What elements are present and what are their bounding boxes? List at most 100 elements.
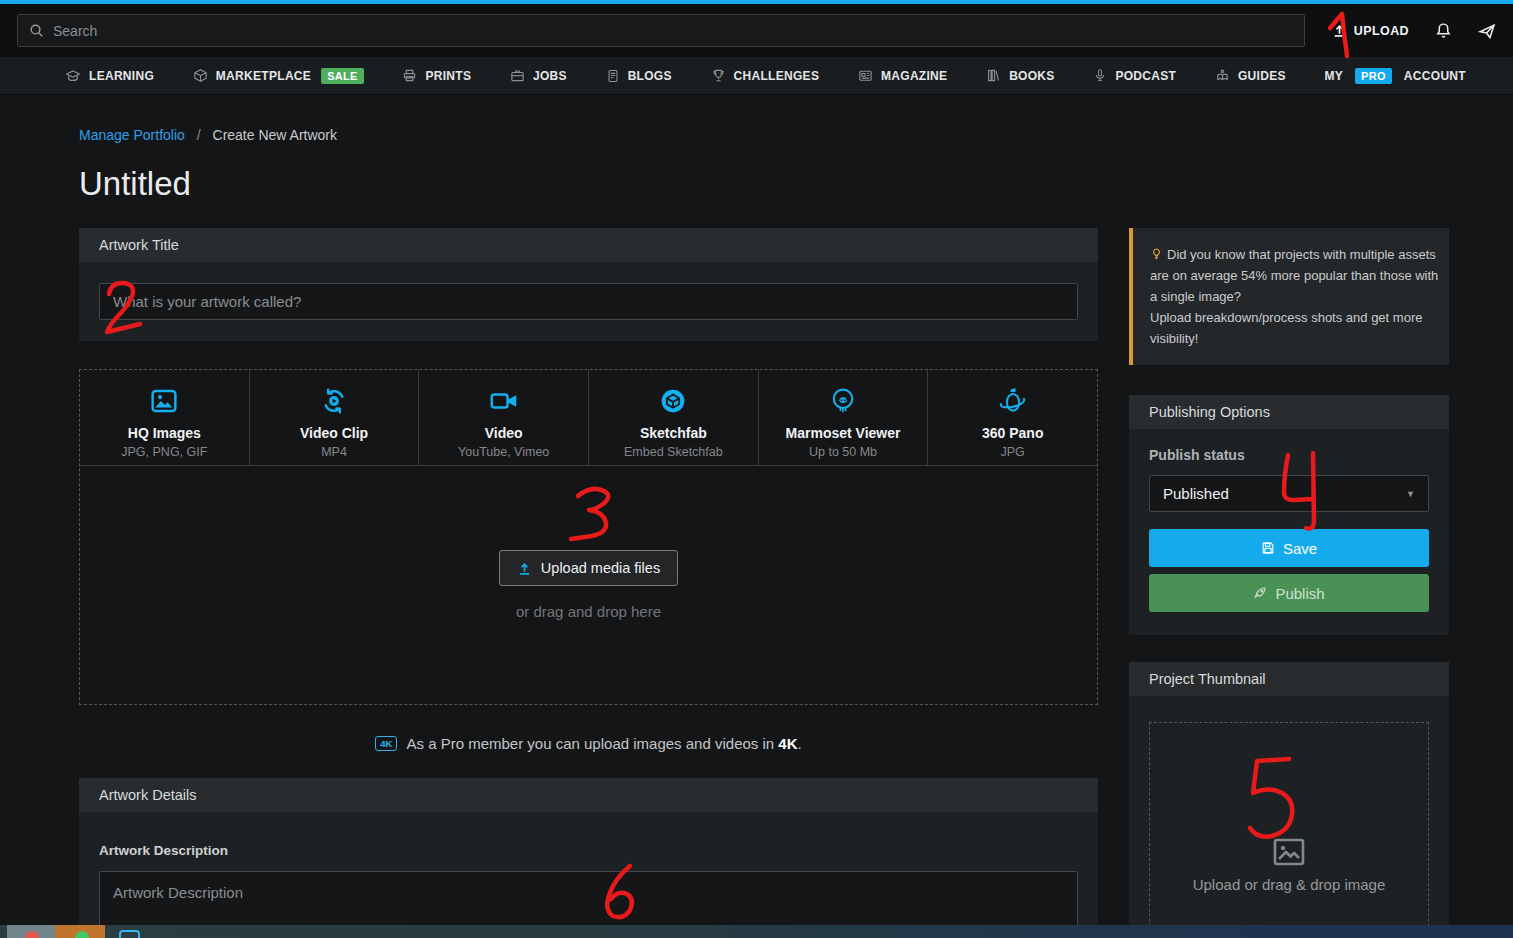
breadcrumb-current: Create New Artwork [213, 127, 337, 143]
artwork-details-header: Artwork Details [79, 778, 1098, 812]
save-button[interactable]: Save [1149, 529, 1429, 567]
nav-item-jobs[interactable]: JOBS [510, 68, 567, 83]
breadcrumb-separator: / [197, 127, 201, 143]
media-label: Marmoset Viewer [786, 425, 901, 441]
nav-label: MARKETPLACE [216, 69, 311, 83]
nav-label: BOOKS [1009, 69, 1055, 83]
nav-item-my-account[interactable]: MY PRO ACCOUNT [1325, 68, 1466, 84]
lightbulb-icon [1150, 247, 1163, 261]
nav-item-guides[interactable]: GUIDES [1215, 68, 1286, 83]
artwork-title-header: Artwork Title [79, 228, 1098, 262]
pro-4k-note: 4K As a Pro member you can upload images… [79, 735, 1098, 752]
thumbnail-image-icon [1272, 837, 1306, 867]
nav-label: LEARNING [89, 69, 154, 83]
notifications-bell-icon[interactable] [1435, 22, 1452, 39]
blogs-icon [606, 69, 620, 83]
media-type-video-clip[interactable]: Video Clip MP4 [250, 370, 420, 465]
media-label: Video Clip [300, 425, 368, 441]
nav-item-blogs[interactable]: BLOGS [606, 69, 672, 83]
media-type-row: HQ Images JPG, PNG, GIF Video Clip MP4 V… [80, 370, 1097, 466]
thumbnail-drop-zone[interactable]: Upload or drag & drop image [1149, 722, 1429, 938]
search-icon [29, 23, 44, 38]
nav-label: CHALLENGES [734, 69, 820, 83]
upload-media-label: Upload media files [541, 560, 660, 576]
media-sub: MP4 [321, 445, 347, 459]
breadcrumb-manage-portfolio-link[interactable]: Manage Portfolio [79, 127, 185, 143]
upload-label: UPLOAD [1354, 24, 1409, 38]
pro-badge: PRO [1355, 68, 1392, 84]
search-box[interactable] [17, 14, 1305, 47]
upload-media-icon [517, 561, 532, 576]
4k-badge: 4K [375, 736, 397, 752]
pro-note-text: As a Pro member you can upload images an… [406, 735, 801, 752]
media-upload-zone[interactable]: HQ Images JPG, PNG, GIF Video Clip MP4 V… [79, 369, 1098, 705]
media-sub: Up to 50 Mb [809, 445, 877, 459]
taskbar-blue-app-icon[interactable] [119, 930, 140, 938]
media-label: Video [485, 425, 523, 441]
chevron-down-icon: ▼ [1406, 489, 1415, 499]
account-label: ACCOUNT [1404, 69, 1466, 83]
nav-label: MAGAZINE [881, 69, 947, 83]
artwork-description-label: Artwork Description [99, 843, 1078, 858]
media-sub: JPG [1001, 445, 1025, 459]
nav-item-challenges[interactable]: CHALLENGES [711, 68, 820, 83]
upload-icon [1332, 23, 1347, 38]
publish-button[interactable]: Publish [1149, 574, 1429, 612]
upload-media-files-button[interactable]: Upload media files [499, 550, 678, 586]
media-type-sketchfab[interactable]: Sketchfab Embed Sketchfab [589, 370, 759, 465]
tip-box: Did you know that projects with multiple… [1129, 228, 1449, 365]
media-type-video[interactable]: Video YouTube, Vimeo [419, 370, 589, 465]
media-label: 360 Pano [982, 425, 1043, 441]
sale-badge: SALE [321, 68, 364, 84]
media-type-hq-images[interactable]: HQ Images JPG, PNG, GIF [80, 370, 250, 465]
nav-item-prints[interactable]: PRINTS [402, 68, 471, 83]
publish-status-select[interactable]: Published ▼ [1149, 475, 1429, 512]
project-thumbnail-header: Project Thumbnail [1129, 662, 1449, 696]
nav-item-marketplace[interactable]: MARKETPLACE SALE [193, 68, 364, 84]
nav-label: GUIDES [1238, 69, 1286, 83]
publish-label: Publish [1275, 585, 1324, 602]
hq-images-icon [149, 385, 179, 417]
publish-status-value: Published [1163, 485, 1229, 502]
nav-item-magazine[interactable]: MAGAZINE [858, 68, 947, 83]
main-content: Manage Portfolio / Create New Artwork Un… [0, 95, 1513, 938]
artwork-title-input[interactable] [99, 283, 1078, 320]
media-drop-zone[interactable]: Upload media files or drag and drop here [80, 466, 1097, 704]
nav-label: JOBS [533, 69, 567, 83]
podcast-icon [1093, 68, 1107, 83]
media-type-360-pano[interactable]: 360 Pano JPG [928, 370, 1097, 465]
main-nav: LEARNING MARKETPLACE SALE PRINTS JOBS BL… [0, 57, 1513, 95]
taskbar-green-app-icon [75, 931, 89, 938]
marmoset-viewer-icon [828, 385, 858, 417]
challenges-icon [711, 68, 726, 83]
nav-item-podcast[interactable]: PODCAST [1093, 68, 1176, 83]
artwork-title-card: Artwork Title [79, 228, 1098, 341]
media-sub: YouTube, Vimeo [458, 445, 549, 459]
taskbar [0, 925, 1513, 938]
nav-label: PODCAST [1115, 69, 1176, 83]
messages-send-icon[interactable] [1478, 22, 1496, 40]
publishing-options-card: Publishing Options Publish status Publis… [1129, 395, 1449, 635]
publish-status-label: Publish status [1149, 447, 1429, 463]
upload-button[interactable]: UPLOAD [1332, 23, 1409, 38]
nav-label: PRINTS [425, 69, 471, 83]
pano-360-icon [998, 385, 1028, 417]
top-bar: UPLOAD [0, 4, 1513, 57]
my-label: MY [1325, 69, 1344, 83]
video-clip-icon [319, 385, 349, 417]
nav-item-books[interactable]: BOOKS [986, 68, 1055, 83]
jobs-icon [510, 68, 525, 83]
nav-label: BLOGS [628, 69, 672, 83]
nav-item-learning[interactable]: LEARNING [65, 68, 154, 84]
publishing-options-header: Publishing Options [1129, 395, 1449, 429]
save-label: Save [1283, 540, 1317, 557]
search-input[interactable] [53, 23, 1254, 39]
tip-text-1: Did you know that projects with multiple… [1150, 247, 1438, 304]
artwork-details-card: Artwork Details Artwork Description [79, 778, 1098, 938]
books-icon [986, 68, 1001, 83]
media-type-marmoset-viewer[interactable]: Marmoset Viewer Up to 50 Mb [759, 370, 929, 465]
media-sub: JPG, PNG, GIF [121, 445, 207, 459]
drag-drop-hint: or drag and drop here [516, 603, 661, 620]
publish-rocket-icon [1253, 586, 1267, 600]
media-label: Sketchfab [640, 425, 707, 441]
